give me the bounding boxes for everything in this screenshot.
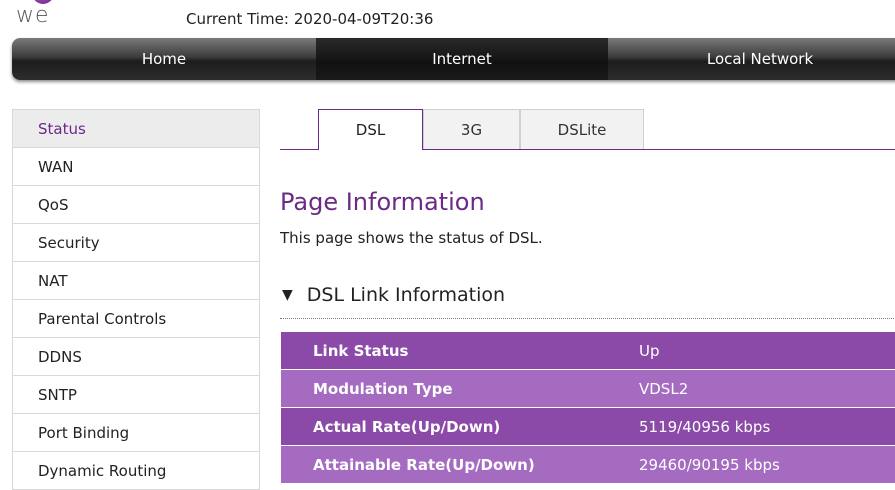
nav-tab-home[interactable]: Home xyxy=(12,38,316,80)
sidebar-item-ddns[interactable]: DDNS xyxy=(13,338,259,376)
current-time-label: Current Time: xyxy=(186,10,289,28)
row-label: Link Status xyxy=(313,341,409,360)
row-label: Modulation Type xyxy=(313,379,453,398)
subtab-dslite[interactable]: DSLite xyxy=(520,109,644,149)
table-row: Modulation Type VDSL2 xyxy=(281,370,895,408)
table-row: Attainable Rate(Up/Down) 29460/90195 kbp… xyxy=(281,446,895,484)
nav-tab-local-network[interactable]: Local Network xyxy=(608,38,895,80)
sidebar-item-sntp[interactable]: SNTP xyxy=(13,376,259,414)
table-row: Actual Rate(Up/Down) 5119/40956 kbps xyxy=(281,408,895,446)
sidebar-item-dynamic-routing[interactable]: Dynamic Routing xyxy=(13,452,259,490)
section-divider xyxy=(280,318,895,319)
status-subtabs: DSL 3G DSLite xyxy=(280,109,895,150)
row-label: Actual Rate(Up/Down) xyxy=(313,417,501,436)
nav-tab-internet[interactable]: Internet xyxy=(315,38,609,80)
row-value: 5119/40956 kbps xyxy=(639,417,771,436)
current-time-value: 2020-04-09T20:36 xyxy=(293,10,434,28)
dsl-info-table: Link Status Up Modulation Type VDSL2 Act… xyxy=(281,332,895,484)
page-title: Page Information xyxy=(280,188,485,216)
we-logo: we xyxy=(12,0,72,32)
row-value: Up xyxy=(639,341,660,360)
sidebar-item-parental-controls[interactable]: Parental Controls xyxy=(13,300,259,338)
sidebar-item-status[interactable]: Status xyxy=(13,110,259,148)
row-value: 29460/90195 kbps xyxy=(639,455,780,474)
dsl-link-info-header[interactable]: ▼ DSL Link Information xyxy=(282,284,505,306)
current-time: Current Time: 2020-04-09T20:36 xyxy=(186,10,433,28)
sidebar-item-port-binding[interactable]: Port Binding xyxy=(13,414,259,452)
row-label: Attainable Rate(Up/Down) xyxy=(313,455,535,474)
top-nav: Home Internet Local Network xyxy=(12,38,895,80)
section-title: DSL Link Information xyxy=(306,284,506,306)
subtab-dsl[interactable]: DSL xyxy=(318,109,423,150)
row-value: VDSL2 xyxy=(639,379,689,398)
triangle-down-icon[interactable]: ▼ xyxy=(282,287,293,303)
sidebar-item-nat[interactable]: NAT xyxy=(13,262,259,300)
logo-text: we xyxy=(16,3,50,28)
sidebar-item-qos[interactable]: QoS xyxy=(13,186,259,224)
sidebar-item-security[interactable]: Security xyxy=(13,224,259,262)
table-row: Link Status Up xyxy=(281,332,895,370)
page-description: This page shows the status of DSL. xyxy=(280,229,543,247)
sidebar: Status WAN QoS Security NAT Parental Con… xyxy=(12,109,260,490)
subtab-3g[interactable]: 3G xyxy=(423,109,520,149)
sidebar-item-wan[interactable]: WAN xyxy=(13,148,259,186)
